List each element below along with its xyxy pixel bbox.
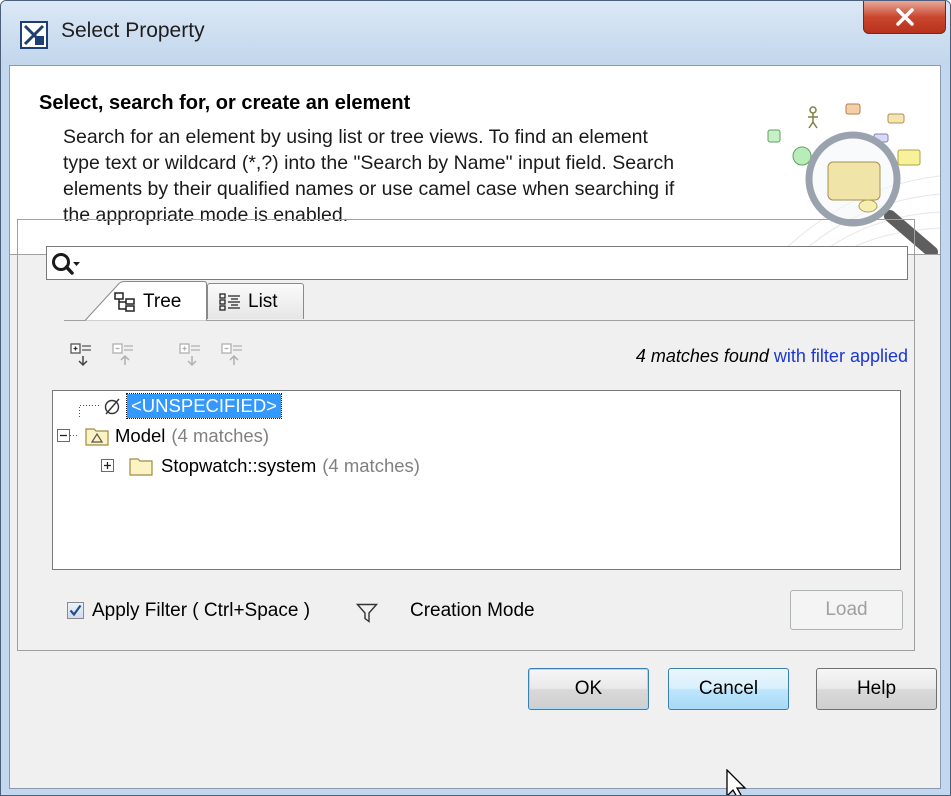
header-description: Search for an element by using list or t… [63,124,763,228]
app-icon [20,21,48,49]
help-button[interactable]: Help [816,668,937,710]
expand-node-icon[interactable] [101,459,115,473]
tree-item-label: <UNSPECIFIED> [126,393,282,419]
tab-list-label-group[interactable]: List [219,291,278,313]
matches-count: 4 matches found [635,346,769,366]
close-icon [896,8,914,26]
folder-icon [129,458,153,476]
description-line: elements by their qualified names or use… [63,178,675,200]
tree-item-model[interactable]: Model (4 matches) [57,422,269,450]
element-tree[interactable]: <UNSPECIFIED> Model (4 matches) Stopwatc… [52,390,901,570]
tree-item-label: Model [115,425,166,446]
search-field[interactable] [46,246,908,280]
apply-filter-checkbox[interactable] [67,602,84,619]
creation-mode-label[interactable]: Creation Mode [410,600,535,622]
tab-tree-text: Tree [143,291,182,312]
description-line: type text or wildcard (*,?) into the "Se… [63,152,675,174]
filter-applied-link[interactable]: with filter applied [774,346,908,366]
cancel-button[interactable]: Cancel [668,668,789,710]
tree-item-stopwatch-system[interactable]: Stopwatch::system (4 matches) [101,452,420,480]
tree-item-match-count: (4 matches) [171,425,270,446]
tab-list-text: List [248,291,278,312]
tree-item-unspecified[interactable]: <UNSPECIFIED> [103,392,282,420]
select-property-dialog: Select Property Select, search for, or c… [0,0,951,796]
close-button[interactable] [863,1,946,34]
collapse-selected-icon[interactable] [220,341,246,367]
search-dropdown-icon[interactable] [51,251,87,277]
tree-view-icon [114,292,135,312]
description-line: Search for an element by using list or t… [63,126,648,148]
collapse-all-icon[interactable] [111,341,137,367]
filter-icon[interactable] [356,603,378,623]
checkmark-icon [69,604,82,617]
null-icon [104,398,120,415]
header-title: Select, search for, or create an element [39,92,411,114]
title-bar[interactable]: Select Property [1,1,950,65]
collapse-node-icon[interactable] [57,429,71,443]
ok-button[interactable]: OK [528,668,649,710]
expand-selected-icon[interactable] [178,341,204,367]
tree-item-match-count: (4 matches) [322,455,420,476]
model-package-icon [85,428,109,446]
window-title: Select Property [61,19,205,42]
search-input[interactable] [87,249,906,277]
tree-item-label: Stopwatch::system [161,455,317,476]
load-button[interactable]: Load [790,590,903,630]
tab-tree-label-group[interactable]: Tree [114,291,181,313]
mouse-cursor-icon [726,769,747,795]
list-view-icon [219,293,240,311]
matches-status: 4 matches found with filter applied [636,346,908,367]
apply-filter-label[interactable]: Apply Filter ( Ctrl+Space ) [92,600,310,622]
expand-all-icon[interactable] [69,341,95,367]
